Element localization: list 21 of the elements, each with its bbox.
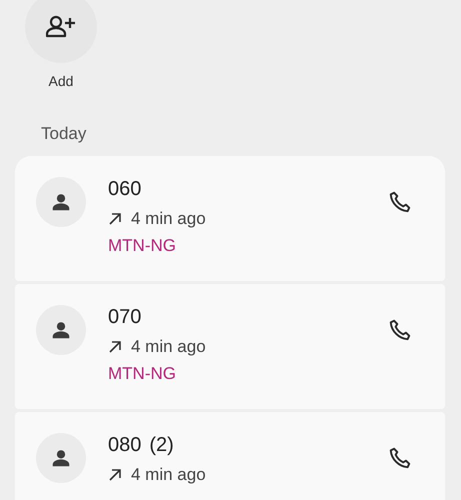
- carrier-label: MTN-NG: [108, 236, 177, 256]
- call-log-entry[interactable]: 070 4 min ago MTN-NG: [15, 284, 445, 409]
- avatar-icon: [36, 433, 86, 483]
- phone-number: 070: [108, 306, 142, 329]
- call-time: 4 min ago: [131, 465, 206, 485]
- add-label: Add: [48, 73, 74, 89]
- call-time: 4 min ago: [131, 209, 206, 229]
- call-time: 4 min ago: [131, 337, 206, 357]
- phone-icon[interactable]: [387, 317, 413, 343]
- phone-icon[interactable]: [387, 445, 413, 471]
- phone-icon[interactable]: [387, 189, 413, 215]
- call-log-entry[interactable]: 060 4 min ago MTN-NG: [15, 156, 445, 281]
- avatar-icon: [36, 305, 86, 355]
- call-log-entry[interactable]: 080 (2) 4 min ago: [15, 412, 445, 500]
- phone-number: 060: [108, 178, 142, 201]
- avatar-icon: [36, 177, 86, 227]
- carrier-label: MTN-NG: [108, 364, 177, 384]
- add-person-icon: [46, 15, 76, 39]
- call-count: (2): [149, 434, 174, 457]
- phone-number: 080: [108, 434, 142, 457]
- section-header: Today: [41, 124, 88, 144]
